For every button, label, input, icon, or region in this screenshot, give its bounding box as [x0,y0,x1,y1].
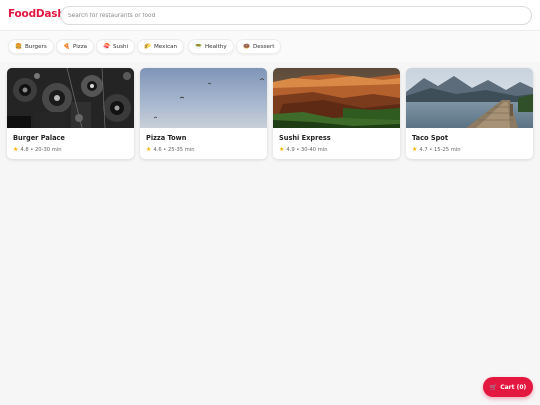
category-label: Dessert [252,43,275,50]
cart-icon: 🛒 [489,383,498,391]
burger-icon: 🍔 [15,43,22,50]
star-icon: ★ [412,146,418,153]
category-label: Sushi [112,43,129,50]
star-icon: ★ [13,146,19,153]
cart-label: Cart (0) [500,383,527,391]
rating-and-time: 4.6 • 25-35 min [153,146,195,153]
pizza-icon: 🍕 [63,43,70,50]
restaurant-card-taco-spot[interactable]: Taco Spot ★ 4.7 • 15-25 min [406,68,533,159]
restaurant-card-pizza-town[interactable]: Pizza Town ★ 4.6 • 25-35 min [140,68,267,159]
category-label: Burgers [24,43,47,50]
salad-icon: 🥗 [195,43,202,50]
restaurant-name: Sushi Express [279,134,331,142]
star-icon: ★ [279,146,285,153]
search-input[interactable] [60,6,532,25]
restaurant-meta: ★ 4.8 • 20-30 min [13,146,62,153]
restaurant-card-burger-palace[interactable]: Burger Palace ★ 4.8 • 20-30 min [7,68,134,159]
restaurant-meta: ★ 4.6 • 25-35 min [146,146,195,153]
restaurant-card-sushi-express[interactable]: Sushi Express ★ 4.9 • 30-40 min [273,68,400,159]
category-label: Mexican [153,43,178,50]
category-chip-sushi[interactable]: 🍣 Sushi [96,39,136,54]
restaurant-name: Taco Spot [412,134,448,142]
restaurant-image [273,68,400,128]
category-chip-burgers[interactable]: 🍔 Burgers [8,39,54,54]
restaurant-meta: ★ 4.7 • 15-25 min [412,146,461,153]
category-chip-dessert[interactable]: 🍩 Dessert [236,39,282,54]
category-chip-pizza[interactable]: 🍕 Pizza [56,39,95,54]
category-bar: 🍔 Burgers 🍕 Pizza 🍣 Sushi 🌮 Mexican 🥗 He… [0,31,540,62]
cart-button[interactable]: 🛒 Cart (0) [483,377,533,397]
restaurant-meta: ★ 4.9 • 30-40 min [279,146,328,153]
top-header: FoodDash [0,0,540,31]
category-label: Healthy [204,43,227,50]
restaurant-image [140,68,267,128]
rating-and-time: 4.9 • 30-40 min [286,146,328,153]
category-chip-healthy[interactable]: 🥗 Healthy [188,39,234,54]
rating-and-time: 4.7 • 15-25 min [419,146,461,153]
taco-icon: 🌮 [144,43,151,50]
restaurant-image [406,68,533,128]
donut-icon: 🍩 [243,43,250,50]
rating-and-time: 4.8 • 20-30 min [20,146,62,153]
restaurant-image [7,68,134,128]
star-icon: ★ [146,146,152,153]
restaurant-name: Pizza Town [146,134,187,142]
restaurant-name: Burger Palace [13,134,65,142]
app-logo[interactable]: FoodDash [8,8,65,20]
category-chip-mexican[interactable]: 🌮 Mexican [137,39,185,54]
category-label: Pizza [72,43,88,50]
sushi-icon: 🍣 [103,43,110,50]
